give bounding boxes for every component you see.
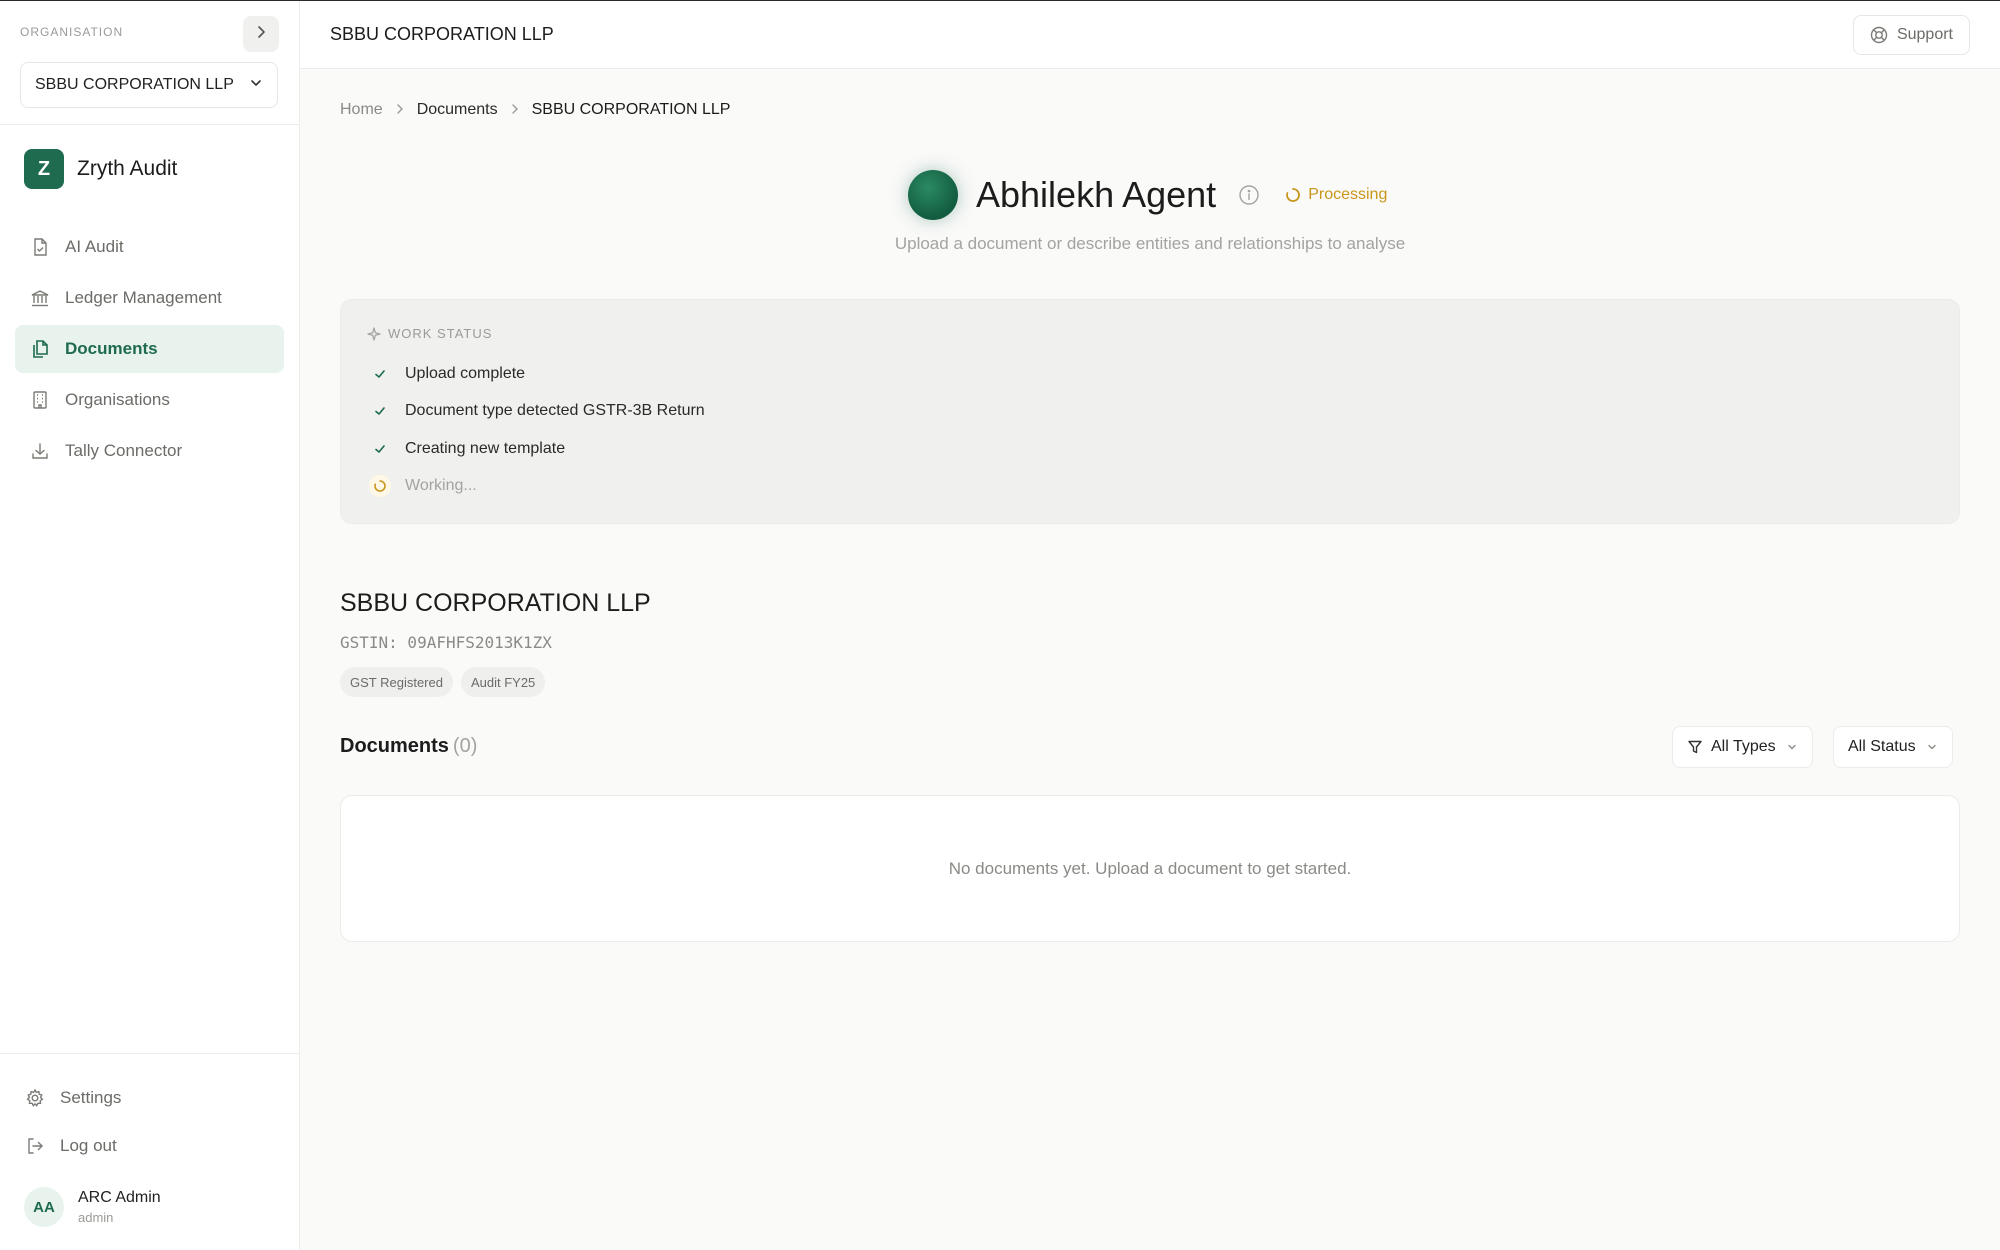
sidebar-item-ledger-management[interactable]: Ledger Management	[15, 274, 284, 322]
building-icon	[29, 389, 51, 411]
sidebar-divider	[0, 124, 300, 125]
empty-message: No documents yet. Upload a document to g…	[948, 858, 1352, 878]
tag-audit-fy: Audit FY25	[460, 667, 546, 697]
sidebar-item-label: Ledger Management	[65, 288, 222, 307]
agent-orb	[908, 170, 958, 220]
sidebar-item-organisations[interactable]: Organisations	[15, 376, 284, 424]
chevron-down-icon	[1786, 741, 1798, 753]
file-check-icon	[29, 236, 51, 258]
gear-icon	[24, 1087, 46, 1109]
tag-gst-registered: GST Registered	[340, 667, 453, 697]
sidebar-item-documents[interactable]: Documents	[15, 325, 284, 373]
brand: Z Zryth Audit	[24, 149, 177, 189]
sidebar-bottom-divider	[0, 1053, 300, 1054]
breadcrumb-home[interactable]: Home	[340, 101, 383, 119]
user-profile[interactable]: AA ARC Admin admin	[24, 1187, 161, 1227]
documents-count: (0)	[452, 735, 478, 757]
company-tags: GST Registered Audit FY25	[340, 667, 553, 697]
work-status-card: WORK STATUS Upload complete Document typ…	[340, 299, 1960, 524]
header-title: SBBU CORPORATION LLP	[330, 24, 554, 44]
filter-status-label: All Status	[1848, 738, 1916, 755]
chevron-right-icon	[253, 24, 269, 45]
bank-icon	[29, 287, 51, 309]
agent-subtitle: Upload a document or describe entities a…	[894, 234, 1406, 253]
sidebar-item-label: Organisations	[65, 390, 170, 409]
sidebar-item-label: Tally Connector	[65, 441, 183, 460]
check-icon	[369, 400, 391, 422]
agent-name: Abhilekh Agent	[976, 174, 1217, 215]
breadcrumb-current: SBBU CORPORATION LLP	[531, 101, 731, 118]
check-icon	[369, 363, 391, 385]
sidebar-toggle-button[interactable]	[243, 16, 279, 52]
top-header: SBBU CORPORATION LLP Support	[300, 1, 2000, 69]
sidebar-item-label: Documents	[65, 339, 158, 358]
company-name: SBBU CORPORATION LLP	[340, 589, 651, 617]
check-icon	[369, 438, 391, 460]
organisation-label: ORGANISATION	[20, 25, 124, 39]
work-step-label: Document type detected GSTR-3B Return	[405, 402, 705, 419]
lifebuoy-icon	[1870, 26, 1888, 44]
filter-status-dropdown[interactable]: All Status	[1833, 726, 1953, 768]
status-badge: Processing	[1285, 186, 1387, 204]
brand-logo: Z	[24, 149, 64, 189]
organisation-select[interactable]: SBBU CORPORATION LLP	[20, 62, 278, 108]
organisation-select-value: SBBU CORPORATION LLP	[35, 76, 234, 93]
support-button[interactable]: Support	[1852, 15, 1970, 55]
spinner-icon	[1285, 187, 1301, 203]
settings-label: Settings	[60, 1088, 122, 1107]
work-status-heading-label: WORK STATUS	[388, 326, 493, 341]
brand-name: Zryth Audit	[77, 157, 178, 180]
chevron-down-icon	[1926, 741, 1938, 753]
download-icon	[29, 440, 51, 462]
avatar: AA	[24, 1187, 64, 1227]
filter-types-dropdown[interactable]: All Types	[1672, 726, 1813, 768]
sidebar-item-label: AI Audit	[65, 237, 124, 256]
chevron-down-icon	[249, 76, 263, 95]
sidebar-item-ai-audit[interactable]: AI Audit	[15, 223, 284, 271]
filter-icon	[1687, 739, 1703, 755]
sidebar-item-tally-connector[interactable]: Tally Connector	[15, 427, 284, 475]
work-step: Working...	[369, 475, 477, 497]
user-name: ARC Admin	[78, 1189, 161, 1206]
work-step: Creating new template	[369, 438, 565, 460]
agent-header: Abhilekh Agent Processing	[908, 170, 1387, 220]
chevron-right-icon	[394, 102, 406, 118]
work-step: Upload complete	[369, 363, 525, 385]
work-step-label: Working...	[405, 477, 477, 494]
sidebar-nav: AI Audit Ledger Management Documents Org…	[15, 223, 284, 478]
status-label: Processing	[1308, 186, 1388, 203]
spinner-icon	[369, 475, 391, 497]
work-step-label: Creating new template	[405, 440, 566, 457]
sparkle-icon	[367, 326, 381, 341]
gstin: GSTIN: 09AFHFS2013K1ZX	[340, 633, 552, 652]
work-step: Document type detected GSTR-3B Return	[369, 400, 705, 422]
documents-icon	[29, 338, 51, 360]
breadcrumb-documents[interactable]: Documents	[417, 101, 498, 119]
logout-label: Log out	[60, 1136, 117, 1155]
documents-empty-state: No documents yet. Upload a document to g…	[340, 795, 1960, 942]
filter-types-label: All Types	[1711, 738, 1776, 755]
documents-heading: Documents (0)	[340, 735, 477, 758]
settings-link[interactable]: Settings	[24, 1087, 121, 1109]
info-icon[interactable]	[1238, 184, 1260, 206]
documents-title: Documents	[340, 735, 449, 757]
sidebar: ORGANISATION SBBU CORPORATION LLP Z Zryt…	[0, 1, 300, 1250]
logout-icon	[24, 1135, 46, 1157]
logout-link[interactable]: Log out	[24, 1135, 117, 1157]
chevron-right-icon	[509, 102, 521, 118]
breadcrumb: Home Documents SBBU CORPORATION LLP	[340, 101, 730, 119]
work-step-label: Upload complete	[405, 365, 526, 382]
support-label: Support	[1896, 26, 1953, 43]
work-status-heading: WORK STATUS	[367, 326, 492, 341]
user-role: admin	[78, 1210, 114, 1225]
